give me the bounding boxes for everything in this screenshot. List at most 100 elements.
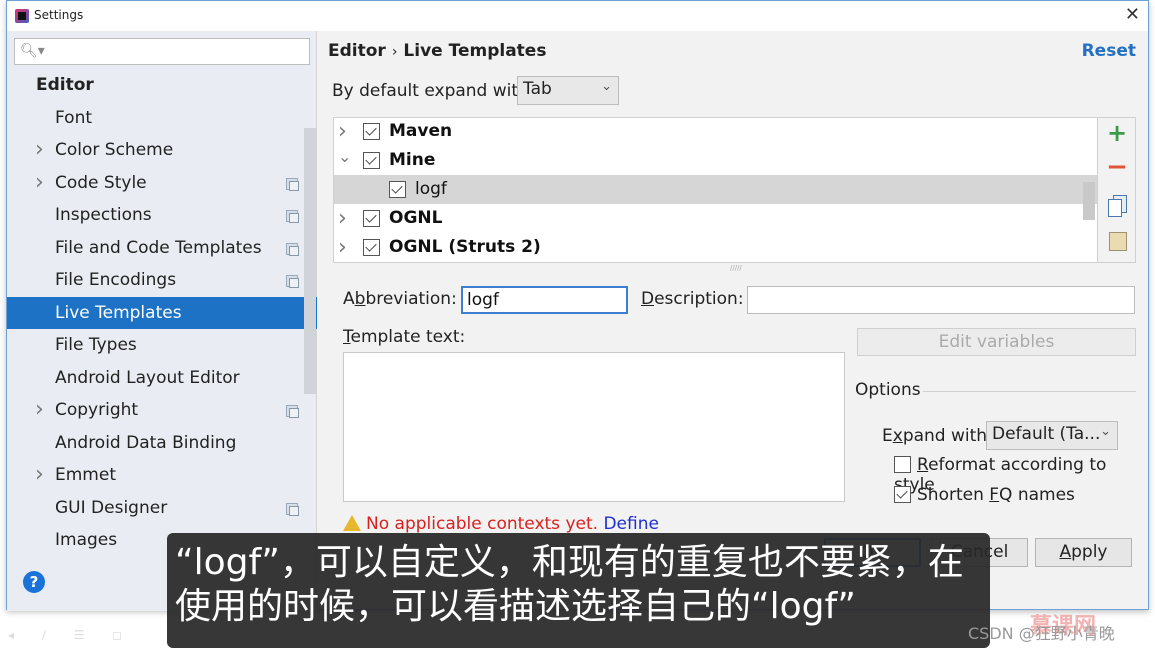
expand-with-label: Expand with [882,426,988,446]
shorten-fq-checkbox[interactable]: Shorten FQ names [894,483,1075,505]
define-contexts-link[interactable]: Define [603,514,659,534]
sidebar-item-label: Color Scheme [55,140,174,160]
sidebar-item-copyright[interactable]: › Copyright [7,394,317,427]
project-scope-icon [286,275,299,288]
sidebar-heading-editor[interactable]: Editor [7,69,317,102]
breadcrumb-current: Live Templates [403,41,547,61]
apply-label: pply [1071,542,1108,562]
template-item[interactable]: logf [334,175,1097,204]
sidebar-item-label: Android Layout Editor [55,367,240,388]
warning-icon [343,515,361,531]
template-name: Mine [389,150,436,170]
chevron-right-icon[interactable]: › [35,459,44,492]
template-checkbox[interactable] [363,152,380,169]
sidebar-item-label: GUI Designer [55,497,168,518]
sidebar-item-file-types[interactable]: File Types [7,329,317,362]
sidebar-item-color-scheme[interactable]: › Color Scheme [7,134,317,167]
template-group[interactable]: › OGNL (Struts 2) [334,233,1097,262]
template-name: Maven [389,121,453,141]
template-checkbox[interactable] [363,239,380,256]
sidebar-item-code-style[interactable]: › Code Style [7,167,317,200]
chevron-down-icon[interactable]: ⌄ [338,142,351,171]
restore-template-button[interactable] [1106,230,1128,252]
sidebar-item-font[interactable]: Font [7,102,317,135]
reset-link[interactable]: Reset [1082,41,1136,61]
default-expand-select[interactable]: Tab ⌄ [517,76,619,105]
title-bar: Settings ✕ [7,1,1148,31]
subtitle-line: 使用的时候，可以看描述选择自己的“logf” [175,586,856,627]
sidebar-item-label: Emmet [55,465,116,485]
template-name: logf [415,179,447,199]
template-group[interactable]: › Maven [334,117,1097,146]
templates-toolbar: + − [1098,117,1136,263]
sidebar-item-label: File Encodings [55,270,177,290]
settings-sidebar: 🔍︎▾ Editor Font › Color Scheme › Code Style I… [7,31,317,611]
template-checkbox[interactable] [389,181,406,198]
options-title: Options [855,380,921,400]
add-template-button[interactable]: + [1106,121,1128,145]
chevron-right-icon[interactable]: › [338,117,347,146]
breadcrumb-separator: › [391,44,398,60]
sidebar-item-file-and-code-templates[interactable]: File and Code Templates [7,232,317,265]
chevron-right-icon[interactable]: › [35,394,44,427]
default-expand-value: Tab [523,79,552,99]
sidebar-item-live-templates[interactable]: Live Templates [7,296,317,329]
search-icon: 🔍︎▾ [20,43,45,59]
live-templates-panel: Editor › Live Templates Reset By default e… [318,31,1148,611]
chevron-right-icon[interactable]: › [35,167,44,200]
sidebar-item-label: Copyright [55,400,139,420]
sidebar-item-label: File and Code Templates [55,237,262,258]
abbreviation-label: Abbreviation: [343,289,457,309]
template-checkbox[interactable] [363,210,380,227]
sidebar-item-label: File Types [55,335,137,355]
expand-with-value: Default (Ta... [992,424,1101,444]
sidebar-item-android-layout-editor[interactable]: Android Layout Editor [7,362,317,395]
close-button[interactable]: ✕ [1125,5,1140,25]
template-group[interactable]: › OGNL [334,204,1097,233]
settings-search-input[interactable]: 🔍︎▾ [14,38,310,65]
expand-with-select[interactable]: Default (Ta... ⌄ [986,421,1118,450]
contexts-warning: No applicable contexts yet. Define [343,513,659,534]
chevron-down-icon: ⌄ [1100,424,1111,439]
splitter-handle[interactable]: ///// [730,264,742,272]
templates-scrollbar[interactable] [1083,182,1095,220]
template-group[interactable]: ⌄ Mine [334,146,1097,175]
templates-tree: › OGNL (Struts 2) › OGNL logf ⌄ Mine › Maven [333,117,1098,263]
video-subtitle: “logf”，可以自定义，和现有的重复也不要紧，在 使用的时候，可以看描述选择自… [167,533,990,648]
shorten-fq-label: Shorten FQ names [917,485,1075,505]
chevron-right-icon[interactable]: › [338,204,347,233]
remove-template-button[interactable]: − [1106,154,1128,180]
csdn-watermark: CSDN @狂野小青晚 [968,624,1115,643]
sidebar-item-emmet[interactable]: › Emmet [7,459,317,492]
sidebar-item-label: Code Style [55,172,147,193]
sidebar-item-label: Images [55,530,118,550]
template-checkbox[interactable] [363,123,380,140]
sidebar-item-label: Android Data Binding [55,432,237,453]
apply-button[interactable]: Apply [1035,538,1132,567]
shorten-fq-checkbox-box[interactable] [894,486,911,503]
project-scope-icon [286,502,299,516]
abbreviation-input[interactable] [461,286,628,314]
breadcrumb: Editor › Live Templates [328,41,546,61]
copy-template-button[interactable] [1106,194,1128,217]
description-input[interactable] [747,286,1135,314]
taskbar-icons: ◂ ∕ ☰ ◻ [8,628,135,642]
sidebar-item-label: Inspections [55,205,152,225]
sidebar-item-file-encodings[interactable]: File Encodings [7,264,317,297]
sidebar-item-inspections[interactable]: Inspections [7,199,317,232]
template-name: OGNL (Struts 2) [389,237,541,257]
template-name: OGNL [389,208,443,228]
help-button[interactable]: ? [23,571,45,593]
sidebar-item-gui-designer[interactable]: GUI Designer [7,492,317,525]
reformat-checkbox-box[interactable] [894,456,911,473]
sidebar-scrollbar[interactable] [304,128,316,394]
chevron-right-icon[interactable]: › [35,134,44,167]
sidebar-item-android-data-binding[interactable]: Android Data Binding [7,427,317,460]
sidebar-item-label: Font [55,107,93,128]
chevron-right-icon[interactable]: › [338,233,347,262]
template-text-editor[interactable] [343,352,845,502]
edit-variables-button[interactable]: Edit variables [857,328,1136,356]
project-scope-icon [286,242,299,256]
description-label: Description: [641,289,744,309]
project-scope-icon [286,177,299,191]
